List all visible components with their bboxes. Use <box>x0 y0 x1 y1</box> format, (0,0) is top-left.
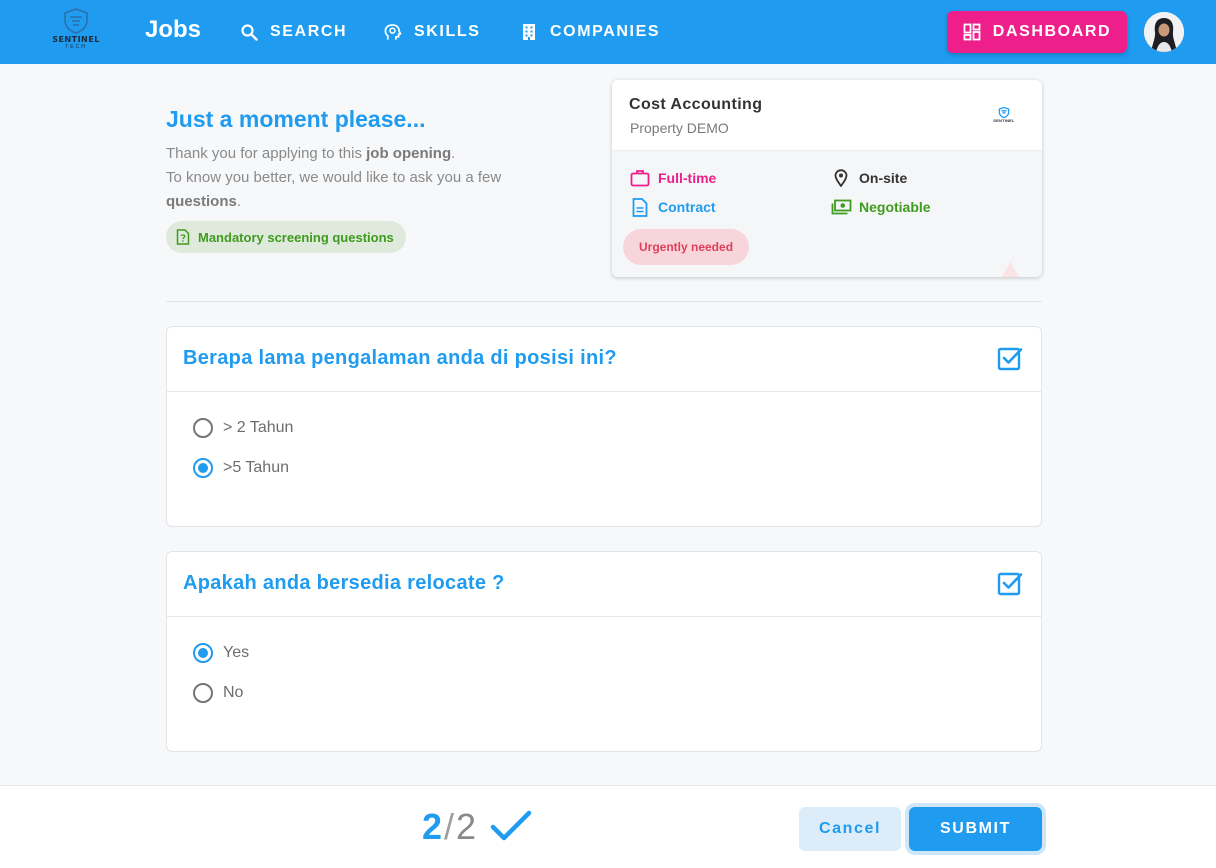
section-divider <box>166 301 1042 302</box>
shield-logo-icon <box>64 8 88 34</box>
step-current: 2 <box>422 806 443 847</box>
question-1-option-1[interactable]: > 2 Tahun <box>193 418 293 438</box>
nav-search[interactable]: SEARCH <box>240 20 347 44</box>
top-app-bar: SENTINEL TECH Jobs SEARCH SKILLS COMPANI… <box>0 0 1216 64</box>
intro-line-2: To know you better, we would like to ask… <box>166 166 566 214</box>
salary: Negotiable <box>830 196 931 218</box>
fire-icon <box>1001 261 1020 277</box>
footer-bar: 2 / 2 Cancel SUBMIT <box>0 785 1216 868</box>
intro-line-2-text: To know you better, we would like to ask… <box>166 169 502 186</box>
question-2-title: Apakah anda bersedia relocate ? <box>183 572 505 594</box>
question-1-option-2[interactable]: >5 Tahun <box>193 458 289 478</box>
urgent-badge: Urgently needed <box>623 229 750 265</box>
employment-type-label: Full-time <box>658 170 717 186</box>
dashboard-label: DASHBOARD <box>992 23 1112 40</box>
radio-unselected[interactable] <box>193 683 213 703</box>
nav-skills-label: SKILLS <box>414 23 481 40</box>
work-location-label: On-site <box>859 170 908 186</box>
radio-selected[interactable] <box>193 458 213 478</box>
search-icon <box>240 23 258 41</box>
job-card-details: Full-time Contract On-site Negotiable Ur… <box>612 151 1042 277</box>
document-icon <box>629 196 651 218</box>
checkbox-checked-icon <box>997 572 1023 596</box>
document-question-icon <box>176 229 190 245</box>
logo-subtext: TECH <box>65 44 87 50</box>
head-lightbulb-icon <box>384 23 402 41</box>
question-2-option-2[interactable]: No <box>193 683 243 703</box>
nav-skills[interactable]: SKILLS <box>384 20 481 44</box>
dashboard-button[interactable]: DASHBOARD <box>947 11 1127 53</box>
money-icon <box>830 196 852 218</box>
option-label: Yes <box>223 644 250 661</box>
contract-type: Contract <box>629 196 716 218</box>
radio-selected[interactable] <box>193 643 213 663</box>
option-label: >5 Tahun <box>223 459 289 476</box>
intro-line-1-end: . <box>451 145 456 162</box>
company-logo-text: SENTINEL <box>993 118 1015 123</box>
job-title: Cost Accounting <box>629 96 763 113</box>
nav-companies[interactable]: COMPANIES <box>520 20 660 44</box>
nav-search-label: SEARCH <box>270 23 348 40</box>
step-separator: / <box>444 806 455 847</box>
brand-title[interactable]: Jobs <box>145 16 201 44</box>
logo-text: SENTINEL <box>52 35 100 44</box>
avatar-image <box>1144 12 1184 52</box>
briefcase-icon <box>629 167 651 189</box>
job-summary-card: Cost Accounting Property DEMO SENTINEL F… <box>612 80 1042 277</box>
company-logo-icon: SENTINEL <box>992 107 1016 125</box>
employment-type: Full-time <box>629 167 716 189</box>
step-total: 2 <box>456 806 477 847</box>
intro-line-2-bold: questions <box>166 193 237 210</box>
intro-text: Thank you for applying to this job openi… <box>166 142 566 214</box>
intro-line-1-text: Thank you for applying to this <box>166 145 367 162</box>
nav-companies-label: COMPANIES <box>550 23 661 40</box>
sentinel-logo[interactable]: SENTINEL TECH <box>44 8 108 56</box>
job-card-header: Cost Accounting Property DEMO SENTINEL <box>612 80 1042 151</box>
job-company: Property DEMO <box>630 120 729 136</box>
radio-unselected[interactable] <box>193 418 213 438</box>
contract-type-label: Contract <box>658 199 716 215</box>
question-card-2: Apakah anda bersedia relocate ? Yes No <box>166 551 1042 752</box>
submit-button[interactable]: SUBMIT <box>909 807 1042 851</box>
question-1-title: Berapa lama pengalaman anda di posisi in… <box>183 347 617 369</box>
mandatory-questions-label: Mandatory screening questions <box>198 229 394 245</box>
question-card-1: Berapa lama pengalaman anda di posisi in… <box>166 326 1042 527</box>
checkbox-checked-icon <box>997 347 1023 371</box>
cancel-button[interactable]: Cancel <box>799 807 901 851</box>
question-1-header: Berapa lama pengalaman anda di posisi in… <box>167 327 1041 392</box>
check-icon <box>490 810 532 841</box>
intro-line-2-end: . <box>236 193 242 210</box>
question-2-option-1[interactable]: Yes <box>193 643 249 663</box>
page-title: Just a moment please... <box>166 106 426 132</box>
option-label: > 2 Tahun <box>223 419 294 436</box>
location-pin-icon <box>830 167 852 189</box>
salary-label: Negotiable <box>859 199 931 215</box>
intro-line-1: Thank you for applying to this job openi… <box>166 142 566 166</box>
intro-line-1-bold: job opening <box>366 145 452 162</box>
work-location: On-site <box>830 167 907 189</box>
building-icon <box>520 23 538 41</box>
mandatory-questions-chip: Mandatory screening questions <box>166 221 406 253</box>
step-counter: 2 / 2 <box>422 806 476 848</box>
user-avatar[interactable] <box>1144 12 1184 52</box>
option-label: No <box>223 684 244 701</box>
dashboard-icon <box>963 23 981 41</box>
question-2-header: Apakah anda bersedia relocate ? <box>167 552 1041 617</box>
